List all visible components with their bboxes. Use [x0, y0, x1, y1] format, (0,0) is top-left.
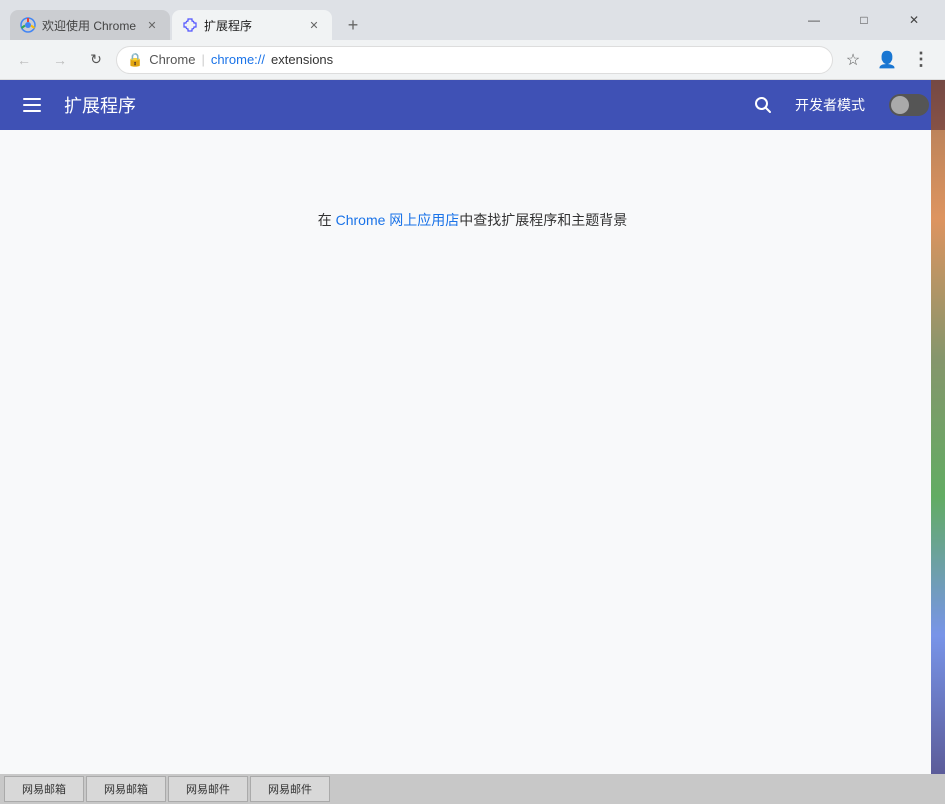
chrome-icon: [20, 17, 36, 33]
toggle-knob: [891, 96, 909, 114]
dev-mode-toggle[interactable]: [889, 94, 929, 116]
dev-mode-label: 开发者模式: [795, 95, 865, 115]
tab-extensions-close[interactable]: ✕: [306, 17, 322, 33]
puzzle-icon: [182, 17, 198, 33]
forward-button[interactable]: →: [44, 44, 76, 76]
store-link-container: 在 Chrome 网上应用店中查找扩展程序和主题背景: [318, 210, 628, 230]
separator: |: [201, 52, 204, 67]
extensions-header: 扩展程序 开发者模式: [0, 80, 945, 130]
secure-icon: 🔒: [127, 52, 143, 68]
maximize-button[interactable]: □: [841, 0, 887, 40]
tab-extensions[interactable]: 扩展程序 ✕: [172, 10, 332, 40]
titlebar: 欢迎使用 Chrome ✕ 扩展程序 ✕ + — □ ✕: [0, 0, 945, 40]
taskbar-item[interactable]: 网易邮件: [168, 776, 248, 802]
minimize-button[interactable]: —: [791, 0, 837, 40]
tab-welcome[interactable]: 欢迎使用 Chrome ✕: [10, 10, 170, 40]
reload-button[interactable]: ↻: [80, 44, 112, 76]
toolbar-right: ☆ 👤 ⋮: [837, 44, 937, 76]
chrome-webstore-link[interactable]: Chrome 网上应用店: [336, 212, 460, 228]
tab-extensions-label: 扩展程序: [204, 17, 300, 34]
url-blue: chrome://: [211, 52, 265, 67]
store-text-after: 中查找扩展程序和主题背景: [459, 212, 627, 228]
omnibar: ← → ↻ 🔒 Chrome | chrome:// extensions ☆ 👤…: [0, 40, 945, 80]
window-controls: — □ ✕: [783, 0, 945, 40]
extensions-page-title: 扩展程序: [64, 92, 731, 118]
account-button[interactable]: 👤: [871, 44, 903, 76]
bookmark-button[interactable]: ☆: [837, 44, 869, 76]
tab-strip: 欢迎使用 Chrome ✕ 扩展程序 ✕ +: [0, 0, 783, 40]
taskbar-item[interactable]: 网易邮箱: [4, 776, 84, 802]
site-name: Chrome: [149, 52, 195, 67]
taskbar-item[interactable]: 网易邮箱: [86, 776, 166, 802]
back-button[interactable]: ←: [8, 44, 40, 76]
background-strip: [931, 80, 945, 774]
tab-welcome-close[interactable]: ✕: [144, 17, 160, 33]
main-content: 在 Chrome 网上应用店中查找扩展程序和主题背景: [0, 130, 945, 774]
address-bar[interactable]: 🔒 Chrome | chrome:// extensions: [116, 46, 833, 74]
new-tab-button[interactable]: +: [338, 10, 368, 40]
hamburger-menu-icon[interactable]: [16, 89, 48, 121]
store-text-before: 在: [318, 212, 336, 228]
close-button[interactable]: ✕: [891, 0, 937, 40]
search-button[interactable]: [747, 89, 779, 121]
menu-button[interactable]: ⋮: [905, 44, 937, 76]
tab-welcome-label: 欢迎使用 Chrome: [42, 17, 138, 34]
url-rest: extensions: [271, 52, 333, 67]
taskbar: 网易邮箱 网易邮箱 网易邮件 网易邮件: [0, 774, 945, 804]
taskbar-item[interactable]: 网易邮件: [250, 776, 330, 802]
